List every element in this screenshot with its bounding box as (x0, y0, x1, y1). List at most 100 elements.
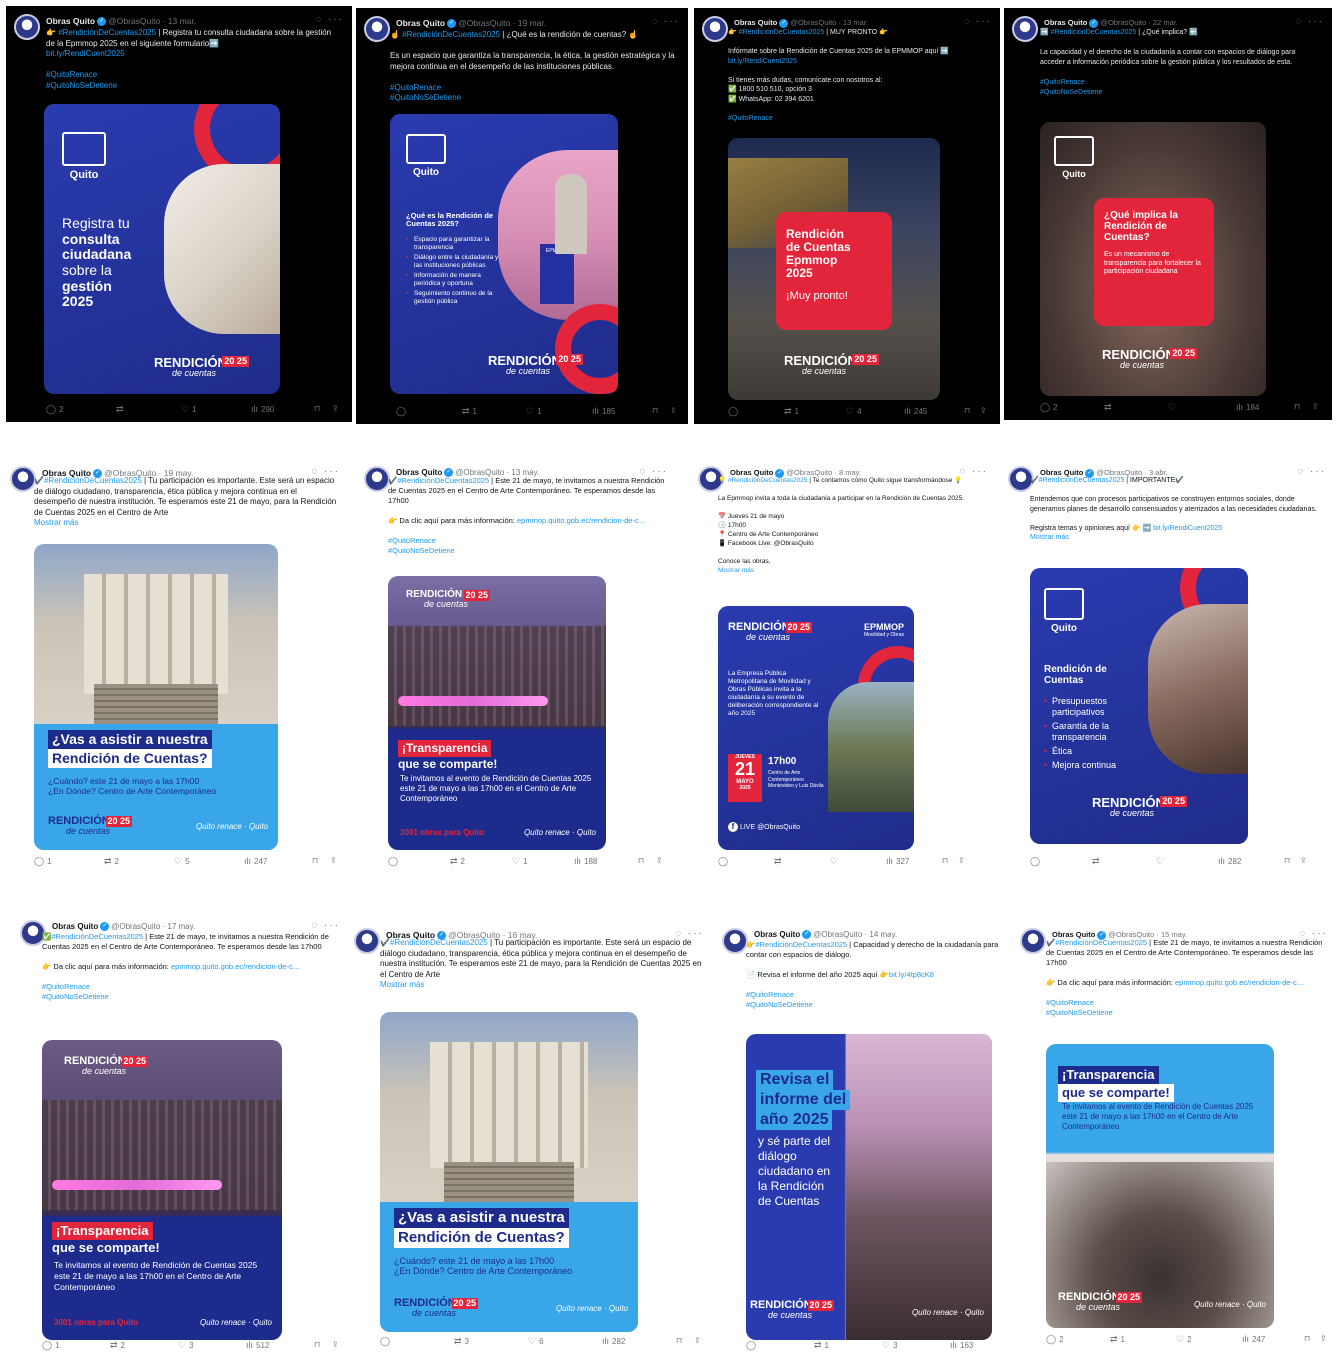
tweet-card[interactable]: Obras Quito ✓ @ObrasQuito · 16 may. ◌ ··· … (346, 920, 712, 1358)
url-link[interactable]: epmmop.quito.gob.ec/rendicion-de-c… (171, 962, 300, 971)
author-name[interactable]: Obras Quito (46, 16, 95, 26)
author-name[interactable]: Obras Quito (734, 18, 777, 27)
retweet-button[interactable]: ⇄ (116, 404, 127, 415)
reply-button[interactable]: ◯ (380, 1336, 393, 1347)
author-name[interactable]: Obras Quito (396, 18, 445, 28)
like-button[interactable]: ♡ 3 (882, 1340, 898, 1351)
bookmark-icon[interactable]: ⊓ (1284, 856, 1290, 865)
hashtag-link[interactable]: #RendiciónDeCuentas2025 (1055, 938, 1147, 947)
retweet-button[interactable]: ⇄ (1092, 856, 1103, 867)
tweet-media[interactable]: ¡Transparencia que se comparte! Te invit… (1046, 1044, 1274, 1328)
tweet-date[interactable]: · 14 may. (865, 930, 898, 939)
hashtag-link[interactable]: #RendiciónDeCuentas2025 (728, 477, 808, 484)
bookmark-icon[interactable]: ⊓ (314, 404, 320, 413)
retweet-button[interactable]: ⇄ 1 (462, 406, 477, 417)
tweet-media[interactable]: EPMMOP Quito ¿Qué es la Rendición de Cue… (390, 114, 618, 394)
bookmark-icon[interactable]: ⊓ (964, 406, 970, 415)
like-button[interactable]: ♡ (830, 856, 841, 867)
share-icon[interactable]: ⇪ (1312, 402, 1319, 411)
like-button[interactable]: ♡ 1 (181, 404, 197, 415)
tweet-date[interactable]: · 13 mar. (838, 18, 868, 27)
share-icon[interactable]: ⇪ (656, 856, 663, 865)
tweet-media[interactable]: Revisa el informe del año 2025 y sé part… (746, 1034, 992, 1340)
tweet-card[interactable]: Obras Quito ✓ @ObrasQuito · 3 abr. ◌ ··· ✔… (1000, 458, 1334, 874)
tweet-media[interactable]: ¿Vas a asistir a nuestra Rendición de Cu… (380, 1012, 638, 1332)
avatar[interactable] (10, 466, 36, 492)
hashtag-link[interactable]: #RendiciónDeCuentas2025 (44, 476, 142, 485)
author-handle[interactable]: @ObrasQuito (1100, 18, 1146, 27)
hashtag-link[interactable]: #QuitoRenace (46, 70, 97, 79)
share-icon[interactable]: ⇪ (958, 856, 965, 865)
show-more-link[interactable]: Mostrar más (380, 980, 424, 989)
url-link[interactable]: epmmop.quito.gob.ec/rendicion-de-c… (1175, 978, 1304, 987)
avatar[interactable] (14, 14, 40, 40)
hashtag-link[interactable]: #QuitoRenace (390, 83, 441, 92)
reply-button[interactable]: ◯ 2 (46, 404, 64, 415)
like-button[interactable]: ♡ 1 (512, 856, 528, 867)
reply-button[interactable]: ◯ (1030, 856, 1043, 867)
share-icon[interactable]: ⇪ (332, 1340, 339, 1349)
tweet-date[interactable]: · 13 mar. (163, 16, 197, 26)
url-link[interactable]: bit.ly/RendiCuent2025 (46, 49, 125, 58)
retweet-button[interactable]: ⇄ 1 (1110, 1334, 1125, 1345)
reply-button[interactable]: ◯ 2 (1040, 402, 1058, 413)
hashtag-link[interactable]: #QuitoNoSeDetiene (390, 93, 461, 102)
views-button[interactable]: ılı 247 (1242, 1334, 1265, 1344)
share-icon[interactable]: ⇪ (694, 1336, 701, 1345)
views-button[interactable]: ılı 247 (244, 856, 267, 866)
reply-button[interactable]: ◯ (728, 406, 741, 417)
tweet-card[interactable]: Obras Quito ✓ @ObrasQuito · 13 mar. ◌ ··· … (694, 8, 1000, 424)
share-icon[interactable]: ⇪ (980, 406, 987, 415)
views-button[interactable]: ılı 282 (602, 1336, 625, 1346)
tweet-card[interactable]: Obras Quito ✓ @ObrasQuito · 14 may. 👉#Rend… (714, 920, 1020, 1358)
views-button[interactable]: ılı 163 (950, 1340, 973, 1350)
avatar[interactable] (364, 16, 390, 42)
share-icon[interactable]: ⇪ (1320, 1334, 1327, 1343)
share-icon[interactable]: ⇪ (1300, 856, 1307, 865)
tweet-card[interactable]: Obras Quito ✓ @ObrasQuito · 22 mar. ◌ ··· … (1004, 8, 1332, 420)
tweet-card[interactable]: Obras Quito ✓ @ObrasQuito · 8 may. ◌ ··· 💡… (690, 458, 996, 874)
hashtag-link[interactable]: #QuitoRenace (388, 536, 436, 545)
show-more-link[interactable]: Mostrar más (34, 518, 78, 527)
reply-button[interactable]: ◯ (388, 856, 401, 867)
reply-button[interactable]: ◯ 1 (34, 856, 52, 867)
bookmark-icon[interactable]: ⊓ (1294, 402, 1300, 411)
avatar[interactable] (354, 928, 380, 954)
reply-button[interactable]: ◯ (396, 406, 409, 417)
hashtag-link[interactable]: #QuitoNoSeDetiene (746, 1000, 813, 1009)
like-button[interactable]: ♡ 3 (178, 1340, 194, 1351)
bookmark-icon[interactable]: ⊓ (652, 406, 658, 415)
avatar[interactable] (722, 928, 748, 954)
like-button[interactable]: ♡ 1 (526, 406, 542, 417)
tweet-media[interactable]: RENDICIÓN 20 25 de cuentas EPMMOP Movilidad… (718, 606, 914, 850)
tweet-media[interactable]: RENDICIÓN 20 25 de cuentas ¡Transparencia … (42, 1040, 282, 1340)
retweet-button[interactable]: ⇄ 1 (784, 406, 799, 417)
author-handle[interactable]: @ObrasQuito (111, 922, 160, 931)
like-button[interactable]: ♡ 5 (174, 856, 190, 867)
hashtag-link[interactable]: #RendiciónDeCuentas2025 (390, 938, 488, 947)
reply-button[interactable]: ◯ 2 (1046, 1334, 1064, 1345)
bookmark-icon[interactable]: ⊓ (312, 856, 318, 865)
hashtag-link[interactable]: #QuitoRenace (1046, 998, 1094, 1007)
tweet-media[interactable]: ¿Vas a asistir a nuestra Rendición de Cu… (34, 544, 278, 850)
reply-button[interactable]: ◯ (746, 1340, 759, 1351)
views-button[interactable]: ılı 184 (1236, 402, 1259, 412)
avatar[interactable] (702, 16, 728, 42)
avatar[interactable] (1020, 928, 1046, 954)
views-button[interactable]: ılı 188 (574, 856, 597, 866)
hashtag-link[interactable]: #RendiciónDeCuentas2025 (402, 30, 500, 39)
tweet-media[interactable]: RENDICIÓN 20 25 de cuentas ¡Transparencia … (388, 576, 606, 850)
tweet-media[interactable]: Rendición de Cuentas Epmmop 2025 ¡Muy pr… (728, 138, 940, 400)
author-handle[interactable]: @ObrasQuito (813, 930, 862, 939)
retweet-button[interactable]: ⇄ 1 (814, 1340, 829, 1351)
bookmark-icon[interactable]: ⊓ (676, 1336, 682, 1345)
tweet-date[interactable]: · 22 mar. (1148, 18, 1178, 27)
tweet-date[interactable]: · 19 mar. (513, 18, 547, 28)
hashtag-link[interactable]: #QuitoRenace (42, 982, 90, 991)
reply-button[interactable]: ◯ 1 (42, 1340, 60, 1351)
hashtag-link[interactable]: #QuitoNoSeDetiene (388, 546, 455, 555)
tweet-card[interactable]: Obras Quito ✓ @ObrasQuito · 13 may. ◌ ··· … (356, 458, 676, 874)
tweet-card[interactable]: Obras Quito ✓ @ObrasQuito · 17 may. ◌ ··· … (12, 912, 348, 1358)
hashtag-link[interactable]: #QuitoRenace (728, 115, 773, 122)
retweet-button[interactable]: ⇄ 2 (110, 1340, 125, 1351)
